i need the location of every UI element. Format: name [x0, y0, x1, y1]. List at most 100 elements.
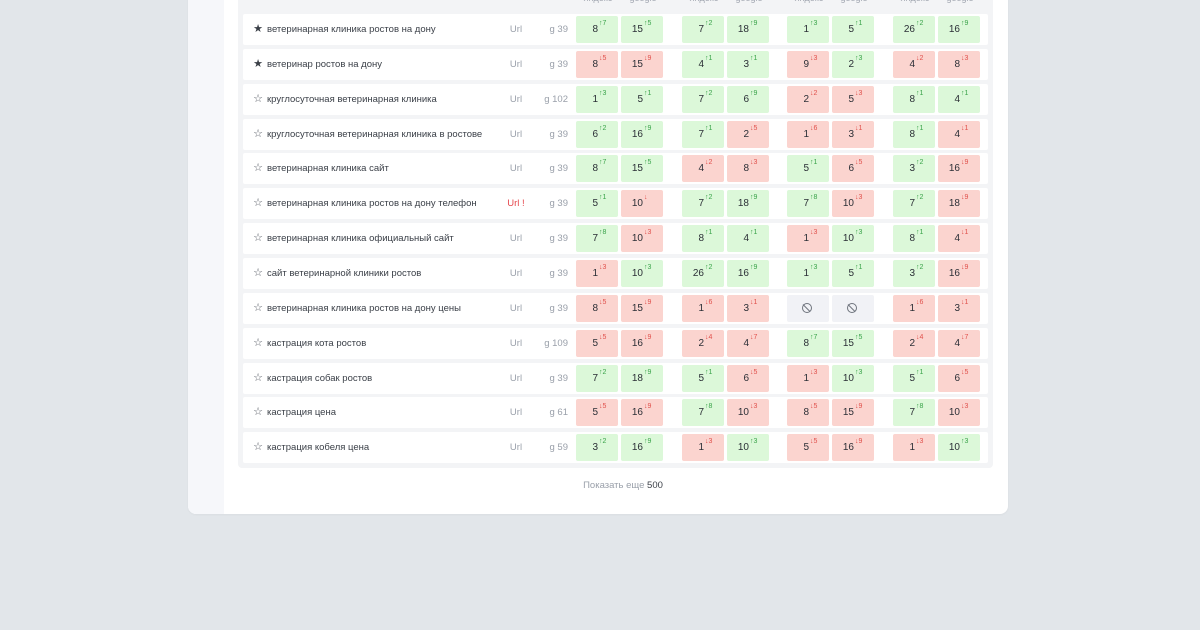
star-outline-icon[interactable]: ☆	[252, 267, 264, 279]
table-row: ☆ ветеринарная клиника ростов на дону цен…	[243, 292, 988, 324]
position-change-down: ↓1	[855, 124, 863, 132]
position-value: 2	[698, 337, 704, 349]
position-cell-yandex: 5 ↓5	[787, 434, 829, 462]
position-cell-google: 3 ↓1	[727, 294, 769, 322]
position-value: 6	[954, 372, 960, 384]
star-filled-icon[interactable]: ★	[252, 58, 264, 70]
position-cell-google: 3 ↓1	[938, 294, 980, 322]
url-link[interactable]: Url	[501, 153, 531, 184]
star-outline-icon[interactable]: ☆	[252, 162, 264, 174]
keyword-text: кастрация собак ростов	[267, 372, 373, 384]
position-cell-yandex: 4 ↑1	[682, 50, 724, 78]
position-value: 5	[848, 24, 854, 35]
url-link[interactable]: Url	[501, 293, 531, 324]
position-value: 26	[692, 267, 704, 279]
table-row: ★ ветеринар ростов на дону Url g 39 8 ↓5 15 ↓9 4…	[243, 48, 988, 80]
keyword-text: круглосуточная ветеринарная клиника в ро…	[267, 128, 483, 140]
url-link[interactable]: Url	[501, 49, 531, 80]
position-change-down: ↓5	[599, 298, 607, 306]
position-change-up: ↑9	[961, 20, 969, 27]
star-outline-icon[interactable]: ☆	[252, 372, 264, 384]
position-value: 16	[948, 267, 960, 279]
position-change-down: ↓9	[961, 263, 969, 271]
url-link[interactable]: Url !	[501, 188, 531, 219]
position-change-down: ↓3	[961, 403, 969, 411]
star-outline-icon[interactable]: ☆	[252, 302, 264, 314]
position-change-up: ↑8	[705, 403, 713, 411]
position-cell-google: 5 ↑1	[832, 16, 874, 43]
show-more-button[interactable]: Показать еще 500	[188, 480, 1058, 491]
url-link[interactable]: Url	[501, 432, 531, 463]
position-value: 4	[909, 58, 915, 70]
position-cell-yandex: 7 ↑8	[576, 225, 618, 253]
position-value: 1	[803, 24, 809, 35]
position-cell-yandex: 7 ↑8	[787, 190, 829, 218]
position-value: 10	[737, 407, 749, 419]
star-outline-icon[interactable]: ☆	[252, 337, 264, 349]
position-cell-google: 10 ↑3	[832, 364, 874, 392]
position-cell-yandex: 3 ↑2	[576, 434, 618, 462]
star-outline-icon[interactable]: ☆	[252, 93, 264, 105]
url-link[interactable]: Url	[501, 397, 531, 428]
position-value: 4	[954, 93, 960, 105]
position-value: 6	[592, 128, 598, 140]
position-cell-yandex: 9 ↓3	[787, 50, 829, 78]
position-value: 5	[848, 267, 854, 279]
position-cell-google	[832, 294, 874, 322]
results-card: яндексgoogleяндексgoogleяндексgoogleянде…	[188, 0, 1008, 514]
url-link[interactable]: Url	[501, 14, 531, 45]
position-value: 16	[631, 128, 643, 140]
position-cell-google: 3 ↑1	[727, 50, 769, 78]
url-link[interactable]: Url	[501, 258, 531, 289]
position-cell-google: 10 ↑3	[621, 259, 663, 287]
url-link[interactable]: Url	[501, 328, 531, 359]
position-change-up: ↑9	[644, 368, 652, 376]
position-change-up: ↑5	[855, 333, 863, 341]
position-cell-yandex: 1 ↓3	[787, 364, 829, 392]
table-row: ☆ ветеринарная клиника ростов на дону тел…	[243, 188, 988, 220]
position-change-down: ↓1	[750, 298, 758, 306]
position-change-up: ↑1	[705, 368, 713, 376]
position-cell-google: 16 ↑9	[727, 259, 769, 287]
position-value: 3	[909, 267, 915, 279]
star-outline-icon[interactable]: ☆	[252, 441, 264, 453]
star-filled-icon[interactable]: ★	[252, 23, 264, 35]
region-code: g 39	[549, 198, 569, 210]
position-value: 7	[592, 233, 598, 245]
position-change-up: ↑3	[855, 54, 863, 62]
position-change-up: ↑8	[810, 194, 818, 202]
url-link[interactable]: Url	[501, 84, 531, 115]
star-outline-icon[interactable]: ☆	[252, 232, 264, 244]
url-link[interactable]: Url	[501, 223, 531, 254]
position-change-up: ↑1	[855, 20, 863, 27]
position-change-down: ↓9	[961, 159, 969, 167]
position-value: 15	[631, 302, 643, 314]
position-change-down: ↓9	[855, 403, 863, 411]
position-cell-yandex: 8 ↑7	[787, 329, 829, 357]
star-outline-icon[interactable]: ☆	[252, 197, 264, 209]
url-link[interactable]: Url	[501, 119, 531, 150]
position-change-down: ↓2	[705, 159, 713, 167]
position-cell-yandex: 8 ↑7	[576, 16, 618, 43]
position-change-down: ↓9	[644, 54, 652, 62]
position-cell-google: 10 ↓	[621, 190, 663, 218]
star-outline-icon[interactable]: ☆	[252, 128, 264, 140]
position-cell-yandex: 1 ↓6	[682, 294, 724, 322]
position-cell-google: 8 ↓3	[938, 50, 980, 78]
position-value: 16	[948, 24, 960, 35]
position-cell-google: 16 ↓9	[938, 155, 980, 183]
position-cell-yandex: 8 ↓5	[576, 294, 618, 322]
position-cell-yandex: 26 ↑2	[893, 16, 935, 43]
position-value: 10	[948, 407, 960, 419]
table-row: ☆ кастрация кота ростов Url g 109 5 ↓5 16 ↓9 2 ↓4…	[243, 327, 988, 359]
position-value: 5	[592, 337, 598, 349]
position-value: 4	[743, 233, 749, 245]
star-outline-icon[interactable]: ☆	[252, 406, 264, 418]
position-cell-google: 6 ↓5	[938, 364, 980, 392]
header-engine-google: google	[727, 0, 771, 4]
position-change-down: ↓3	[961, 54, 969, 62]
position-value: 1	[592, 267, 598, 279]
position-value: 1	[803, 372, 809, 384]
position-cell-yandex: 5 ↓5	[576, 329, 618, 357]
url-link[interactable]: Url	[501, 363, 531, 394]
